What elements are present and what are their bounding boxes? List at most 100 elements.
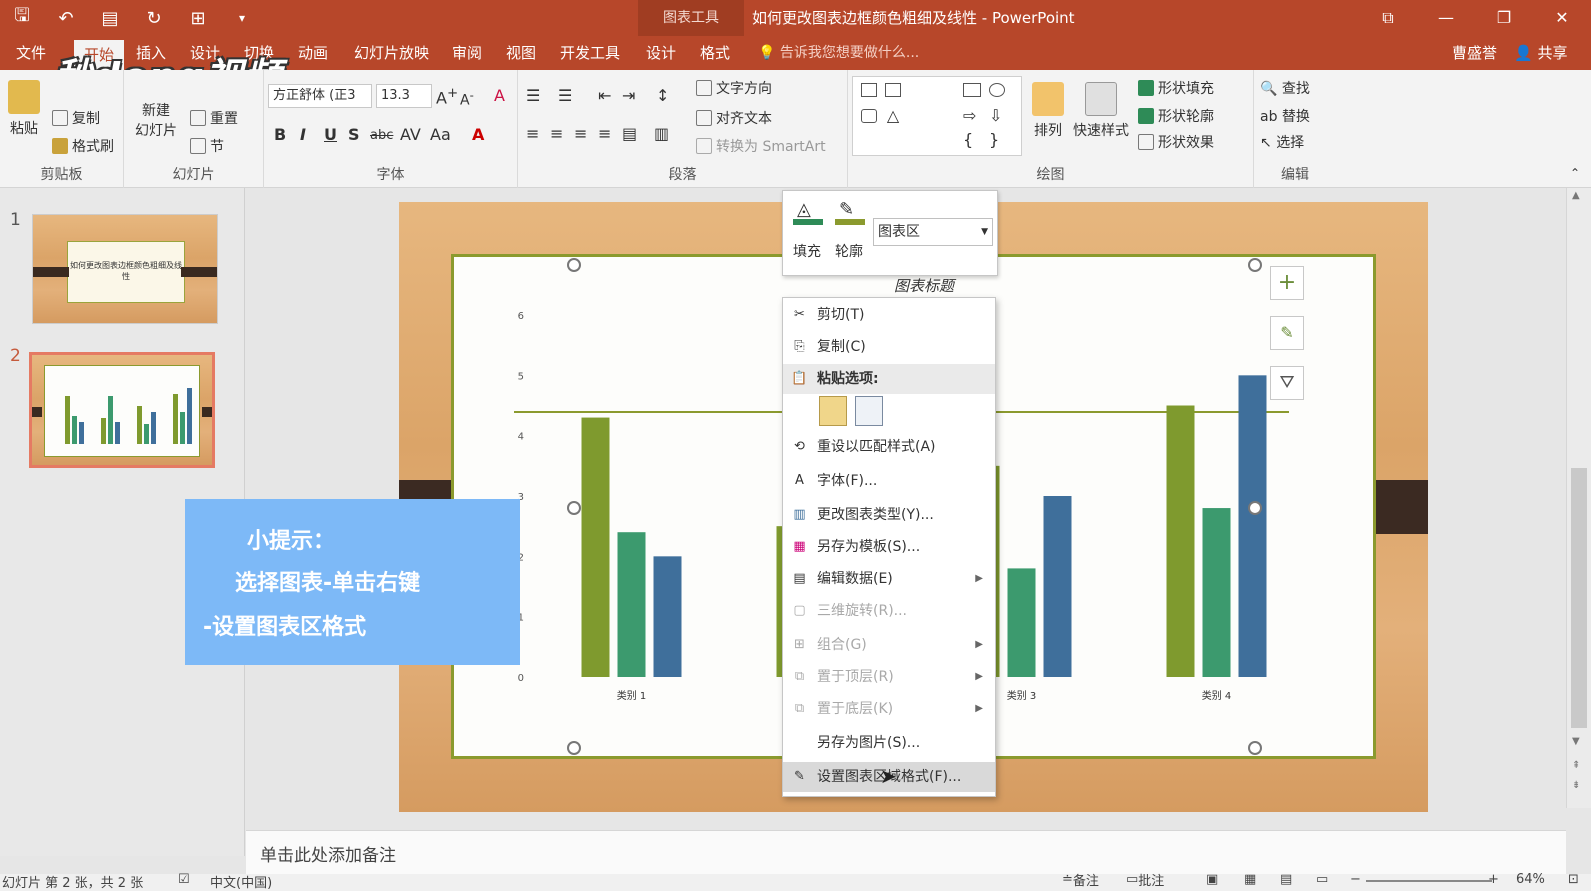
resize-handle-ml[interactable]	[567, 501, 581, 515]
tab-slideshow[interactable]: 幻灯片放映	[354, 36, 429, 70]
paste-button[interactable]: 粘贴	[4, 80, 44, 138]
format-painter-button[interactable]: 格式刷	[52, 136, 114, 156]
fit-slide-icon[interactable]: ⊡	[1568, 872, 1579, 887]
shape-fill-button[interactable]: 形状填充	[1138, 78, 1214, 98]
scroll-up-icon[interactable]: ▲	[1572, 190, 1580, 201]
tab-chart-format[interactable]: 格式	[700, 36, 730, 70]
tab-file[interactable]: 文件	[16, 36, 46, 70]
align-center-icon[interactable]: ≡	[550, 124, 563, 143]
resize-handle-bl[interactable]	[567, 741, 581, 755]
menu-group[interactable]: ⊞ 组合(G) ▶	[783, 630, 995, 660]
bullets-icon[interactable]: ☰	[526, 86, 540, 105]
scroll-down-icon[interactable]: ▼	[1572, 736, 1580, 747]
paste-picture-icon[interactable]	[855, 396, 883, 426]
undo-icon[interactable]: ↶	[44, 8, 88, 29]
tab-developer[interactable]: 开发工具	[560, 36, 620, 70]
chart-elements-button[interactable]: +	[1270, 266, 1304, 300]
brace-right-shape-icon[interactable]: }	[989, 132, 1005, 148]
menu-bring-to-front[interactable]: ⧉ 置于顶层(R) ▶	[783, 662, 995, 692]
zoom-level[interactable]: 64%	[1516, 872, 1545, 887]
scroll-thumb[interactable]	[1571, 468, 1587, 728]
slide-thumbnail-1[interactable]: 如何更改图表边框颜色粗细及线性	[32, 214, 218, 324]
shrink-font-icon[interactable]: A-	[460, 88, 474, 109]
align-left-icon[interactable]: ≡	[526, 124, 539, 143]
grow-font-icon[interactable]: A+	[436, 86, 458, 107]
minimize-icon[interactable]: —	[1417, 0, 1475, 36]
tell-me-search[interactable]: 💡 告诉我您想要做什么...	[758, 36, 919, 70]
brace-left-shape-icon[interactable]: {	[963, 132, 979, 148]
tab-review[interactable]: 审阅	[452, 36, 482, 70]
paste-keep-format-icon[interactable]	[819, 396, 847, 426]
slideshow-view-icon[interactable]: ▭	[1316, 872, 1328, 887]
menu-copy[interactable]: ⎘ 复制(C)	[783, 332, 995, 362]
justify-icon[interactable]: ≡	[598, 124, 611, 143]
down-arrow-shape-icon[interactable]: ⇩	[989, 108, 1005, 124]
restore-icon[interactable]: ❐	[1475, 0, 1533, 36]
language-indicator[interactable]: 中文(中国)	[210, 872, 272, 891]
font-color-icon[interactable]: A	[472, 125, 484, 144]
user-name[interactable]: 曹盛誉	[1452, 36, 1497, 70]
strikethrough-icon[interactable]: abc	[370, 128, 393, 143]
notes-toggle[interactable]: ≐ 备注	[1062, 872, 1099, 889]
normal-view-icon[interactable]: ▣	[1206, 872, 1218, 887]
chart-element-select[interactable]: 图表区 ▼	[873, 218, 993, 246]
close-icon[interactable]: ✕	[1533, 0, 1591, 36]
arrange-button[interactable]: 排列	[1028, 82, 1068, 140]
reset-button[interactable]: 重置	[190, 108, 238, 128]
shadow-icon[interactable]: S	[348, 125, 360, 144]
outline-button[interactable]: ✎	[833, 197, 869, 227]
menu-3d-rotation[interactable]: ▢ 三维旋转(R)...	[783, 596, 995, 626]
menu-edit-data[interactable]: ▤ 编辑数据(E) ▶	[783, 564, 995, 594]
rectangle-shape-icon[interactable]	[963, 83, 981, 97]
font-family-combo[interactable]: 方正舒体 (正3	[268, 84, 372, 108]
slide-sorter-icon[interactable]: ▦	[1244, 872, 1256, 887]
shapes-gallery[interactable]: △ ⇨ ⇩ { }	[852, 76, 1022, 156]
slide-icon[interactable]: ▤	[88, 8, 132, 29]
smartart-button[interactable]: 转换为 SmartArt	[696, 136, 826, 156]
line-spacing-icon[interactable]: ↕	[656, 86, 669, 105]
shape-effects-button[interactable]: 形状效果	[1138, 132, 1214, 152]
reading-view-icon[interactable]: ▤	[1280, 872, 1292, 887]
chart-styles-button[interactable]: ✎	[1270, 316, 1304, 350]
change-case-icon[interactable]: Aa	[430, 125, 451, 144]
bold-icon[interactable]: B	[274, 125, 286, 144]
zoom-slider[interactable]	[1366, 880, 1492, 882]
vertical-scrollbar[interactable]: ▲ ▼ ⇞ ⇟	[1566, 188, 1591, 808]
zoom-in-icon[interactable]: +	[1488, 872, 1499, 887]
ribbon-display-icon[interactable]: ⧉	[1359, 0, 1417, 36]
menu-cut[interactable]: ✂ 剪切(T)	[783, 300, 995, 330]
textbox-shape-icon[interactable]	[861, 83, 877, 97]
menu-change-chart-type[interactable]: ▥ 更改图表类型(Y)...	[783, 500, 995, 530]
vertical-textbox-shape-icon[interactable]	[885, 83, 901, 97]
text-direction-button[interactable]: 文字方向	[696, 78, 772, 98]
oval-shape-icon[interactable]	[989, 83, 1005, 97]
clear-format-icon[interactable]: A	[494, 86, 505, 105]
italic-icon[interactable]: I	[300, 125, 306, 144]
resize-handle-tl[interactable]	[567, 258, 581, 272]
align-right-icon[interactable]: ≡	[574, 124, 587, 143]
redo-icon[interactable]: ↻	[132, 8, 176, 29]
menu-send-to-back[interactable]: ⧉ 置于底层(K) ▶	[783, 694, 995, 724]
tab-chart-design[interactable]: 设计	[646, 36, 676, 70]
tab-view[interactable]: 视图	[506, 36, 536, 70]
customize-qat-icon[interactable]: ▾	[220, 11, 264, 25]
replace-button[interactable]: ab 替换	[1260, 106, 1310, 126]
numbering-icon[interactable]: ☰	[558, 86, 572, 105]
fill-button[interactable]: ◬	[791, 197, 827, 227]
chart-filters-button[interactable]: ⛛	[1270, 366, 1304, 400]
right-arrow-shape-icon[interactable]: ⇨	[963, 108, 979, 124]
resize-handle-mr[interactable]	[1248, 501, 1262, 515]
prev-slide-icon[interactable]: ⇞	[1572, 760, 1580, 771]
shape-outline-button[interactable]: 形状轮廓	[1138, 106, 1214, 126]
char-spacing-icon[interactable]: AV	[400, 125, 421, 144]
spellcheck-icon[interactable]: ☑	[178, 872, 190, 887]
zoom-out-icon[interactable]: −	[1350, 872, 1361, 887]
resize-handle-tr[interactable]	[1248, 258, 1262, 272]
find-button[interactable]: 🔍 查找	[1260, 78, 1310, 98]
menu-save-as-picture[interactable]: 另存为图片(S)...	[783, 728, 995, 758]
font-size-combo[interactable]: 13.3	[376, 84, 432, 108]
copy-button[interactable]: 复制	[52, 108, 100, 128]
save-icon[interactable]: 🖫	[0, 3, 44, 33]
columns-icon[interactable]: ▥	[654, 124, 669, 143]
underline-icon[interactable]: U	[324, 125, 337, 144]
